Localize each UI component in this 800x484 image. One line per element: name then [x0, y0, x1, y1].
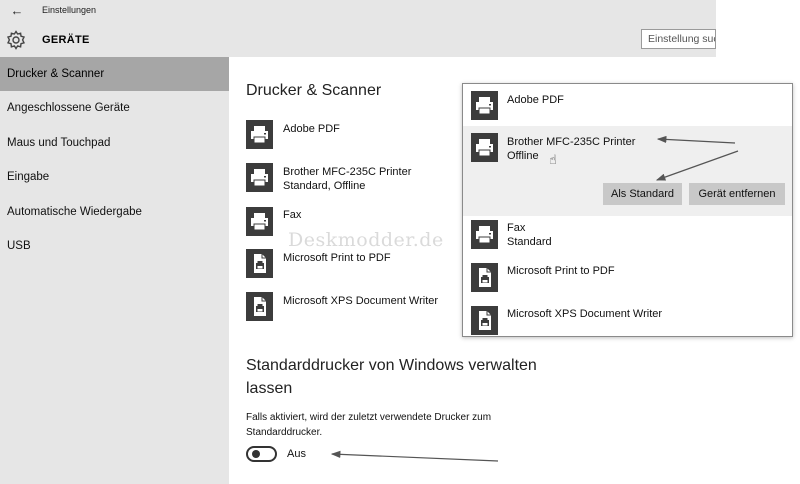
arrow-to-toggle — [330, 450, 499, 462]
annotation-arrows — [330, 135, 739, 462]
arrow-to-printer — [656, 135, 736, 144]
arrow-to-set-default — [655, 150, 739, 181]
